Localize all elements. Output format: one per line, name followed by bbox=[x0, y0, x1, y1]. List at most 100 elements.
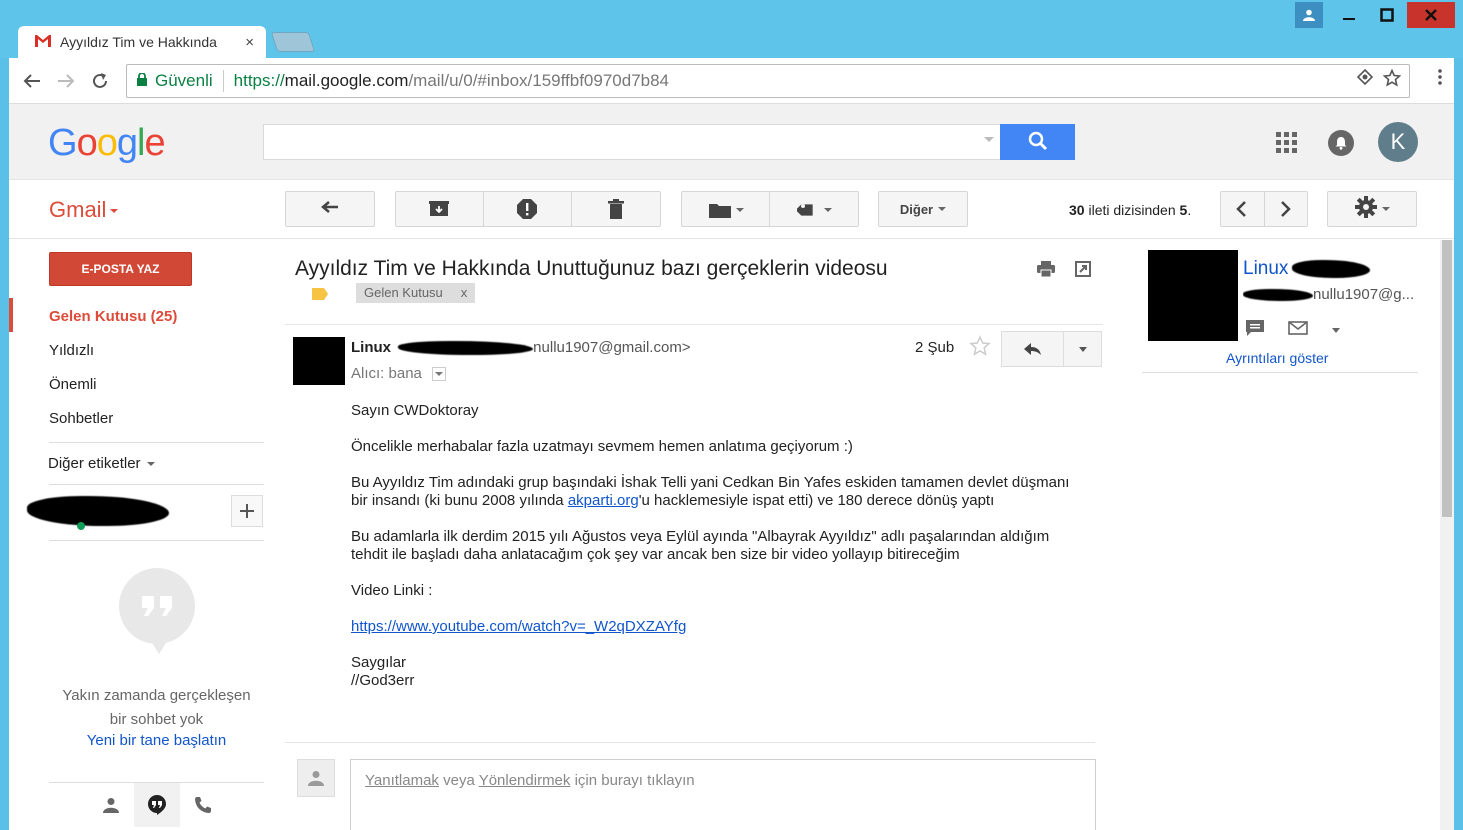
left-sidebar: E-POSTA YAZ Gelen Kutusu (25) Yıldızlı Ö… bbox=[9, 240, 279, 830]
search-options-caret-icon[interactable] bbox=[984, 137, 994, 142]
address-bar[interactable]: Güvenli https://mail.google.com/mail/u/0… bbox=[126, 64, 1410, 98]
url-path: /mail/u/0/#inbox/159ffbf0970d7b84 bbox=[408, 71, 670, 90]
sidebar-item-starred[interactable]: Yıldızlı bbox=[49, 342, 94, 359]
sender-name[interactable]: Linux bbox=[351, 339, 391, 356]
page-scrollbar[interactable] bbox=[1440, 240, 1454, 830]
active-nav-marker bbox=[9, 298, 13, 332]
browser-menu-icon[interactable] bbox=[1438, 68, 1442, 91]
reply-arrow-icon[interactable] bbox=[1002, 332, 1064, 366]
open-new-window-icon[interactable] bbox=[1075, 261, 1091, 282]
redacted-sender-email bbox=[398, 341, 534, 356]
recipient-line: Alıcı: bana bbox=[351, 365, 446, 382]
more-labels-toggle[interactable]: Diğer etiketler bbox=[48, 455, 155, 472]
report-spam-icon[interactable] bbox=[517, 199, 537, 222]
star-icon[interactable] bbox=[969, 335, 991, 363]
search-input[interactable] bbox=[263, 124, 1001, 160]
settings-button[interactable] bbox=[1327, 191, 1417, 227]
phone-call-icon[interactable] bbox=[180, 783, 226, 827]
scrollbar-thumb[interactable] bbox=[1442, 240, 1452, 517]
hangouts-quote-icon bbox=[119, 568, 195, 644]
body-paragraph-2: Bu Ayyıldız Tim adındaki grup başındaki … bbox=[351, 474, 1070, 509]
reply-prompt-box[interactable]: Yanıtlamak veya Yönlendirmek için burayı… bbox=[350, 759, 1096, 830]
contact-actions bbox=[1246, 320, 1340, 341]
more-button[interactable]: Diğer bbox=[878, 191, 968, 227]
contacts-person-icon[interactable] bbox=[88, 783, 134, 827]
browser-tab[interactable]: Ayyıldız Tim ve Hakkında × bbox=[18, 26, 266, 58]
sidebar-item-chats[interactable]: Sohbetler bbox=[49, 410, 113, 427]
window-controls bbox=[1295, 2, 1455, 28]
email-subject: Ayyıldız Tim ve Hakkında Unuttuğunuz baz… bbox=[295, 257, 888, 280]
extension-icon[interactable] bbox=[1356, 68, 1374, 92]
browser-toolbar: Güvenli https://mail.google.com/mail/u/0… bbox=[9, 58, 1454, 104]
tab-close-icon[interactable]: × bbox=[245, 34, 254, 51]
label-tag-icon[interactable] bbox=[797, 200, 832, 220]
contact-name[interactable]: Linux bbox=[1243, 258, 1371, 280]
compose-button[interactable]: E-POSTA YAZ bbox=[49, 252, 192, 286]
online-status-dot bbox=[77, 522, 85, 530]
sidebar-item-inbox[interactable]: Gelen Kutusu (25) bbox=[49, 308, 177, 325]
add-chat-button[interactable] bbox=[231, 495, 263, 527]
importance-label-icon[interactable] bbox=[312, 288, 328, 300]
back-to-inbox-button[interactable] bbox=[285, 191, 375, 227]
reload-icon[interactable] bbox=[83, 64, 117, 98]
move-label-group bbox=[681, 191, 859, 227]
email-body: Sayın CWDoktoray Öncelikle merhabalar fa… bbox=[351, 402, 1081, 690]
hangouts-tab-icon[interactable] bbox=[133, 783, 180, 827]
delete-trash-icon[interactable] bbox=[608, 199, 624, 222]
reply-link[interactable]: Yanıtlamak bbox=[365, 772, 439, 789]
google-header: Google K bbox=[9, 104, 1454, 180]
forward-link[interactable]: Yönlendirmek bbox=[479, 772, 571, 789]
url-host: mail.google.com bbox=[284, 71, 409, 90]
newer-chevron-left-icon[interactable] bbox=[1235, 201, 1247, 220]
email-envelope-icon[interactable] bbox=[1288, 321, 1308, 340]
search-button[interactable] bbox=[1000, 124, 1075, 160]
account-avatar[interactable]: K bbox=[1378, 122, 1418, 162]
youtube-video-link[interactable]: https://www.youtube.com/watch?v=_W2qDXZA… bbox=[351, 618, 686, 635]
secure-label: Güvenli bbox=[155, 71, 213, 90]
tab-title: Ayyıldız Tim ve Hakkında bbox=[60, 34, 217, 50]
back-arrow-icon[interactable] bbox=[15, 64, 49, 98]
back-arrow-icon bbox=[321, 200, 339, 218]
sender-email: nullu1907@gmail.com> bbox=[533, 339, 691, 356]
video-label: Video Linki : bbox=[351, 582, 433, 599]
omnibox-icons bbox=[1356, 68, 1402, 92]
start-new-chat-link[interactable]: Yeni bir tane başlatın bbox=[49, 732, 264, 749]
print-icon[interactable] bbox=[1037, 261, 1055, 282]
contact-photo bbox=[1148, 250, 1238, 341]
forward-arrow-icon[interactable] bbox=[49, 64, 83, 98]
show-details-link[interactable]: Ayrıntıları göster bbox=[1226, 350, 1328, 366]
inbox-label-chip: Gelen Kutusu x bbox=[356, 283, 476, 303]
new-tab-button[interactable] bbox=[270, 32, 316, 52]
redacted-contact-surname bbox=[1292, 259, 1371, 278]
maximize-icon[interactable] bbox=[1369, 2, 1405, 28]
gmail-menu[interactable]: Gmail bbox=[49, 197, 119, 223]
no-recent-chats-text: Yakın zamanda gerçekleşen bir sohbet yok bbox=[62, 687, 251, 728]
signature: //God3err bbox=[351, 672, 415, 689]
gmail-action-bar: Gmail Diğer 30 ileti dizisinden 5. bbox=[9, 181, 1454, 239]
sidebar-item-important[interactable]: Önemli bbox=[49, 376, 97, 393]
bookmark-star-icon[interactable] bbox=[1382, 68, 1402, 92]
google-logo[interactable]: Google bbox=[48, 122, 166, 165]
contact-more-caret[interactable] bbox=[1332, 328, 1340, 333]
body-greeting: Sayın CWDoktoray bbox=[351, 402, 479, 419]
body-paragraph-1: Öncelikle merhabalar fazla uzatmayı sevm… bbox=[351, 438, 853, 455]
profile-icon[interactable] bbox=[1295, 2, 1323, 28]
older-chevron-right-icon[interactable] bbox=[1280, 201, 1292, 220]
chat-bubble-icon[interactable] bbox=[1246, 320, 1264, 341]
apps-grid-icon[interactable] bbox=[1276, 132, 1297, 153]
mail-view: Ayyıldız Tim ve Hakkında Unuttuğunuz baz… bbox=[279, 240, 1109, 830]
akparti-link[interactable]: akparti.org bbox=[568, 492, 639, 509]
minimize-icon[interactable] bbox=[1331, 2, 1367, 28]
contact-email: nullu1907@g... bbox=[1243, 286, 1418, 303]
notifications-bell-icon[interactable] bbox=[1328, 130, 1354, 156]
archive-icon[interactable] bbox=[429, 201, 449, 220]
show-details-caret-icon[interactable] bbox=[431, 366, 446, 381]
move-to-folder-icon[interactable] bbox=[709, 202, 744, 218]
more-reply-options-caret[interactable] bbox=[1064, 332, 1101, 366]
omnibox-divider bbox=[222, 70, 224, 92]
close-window-icon[interactable] bbox=[1407, 2, 1455, 28]
reply-user-avatar-icon bbox=[297, 759, 335, 797]
thread-counter: 30 ileti dizisinden 5. bbox=[1069, 202, 1192, 218]
subject-actions bbox=[1037, 261, 1091, 282]
remove-label-button[interactable]: x bbox=[461, 285, 468, 301]
